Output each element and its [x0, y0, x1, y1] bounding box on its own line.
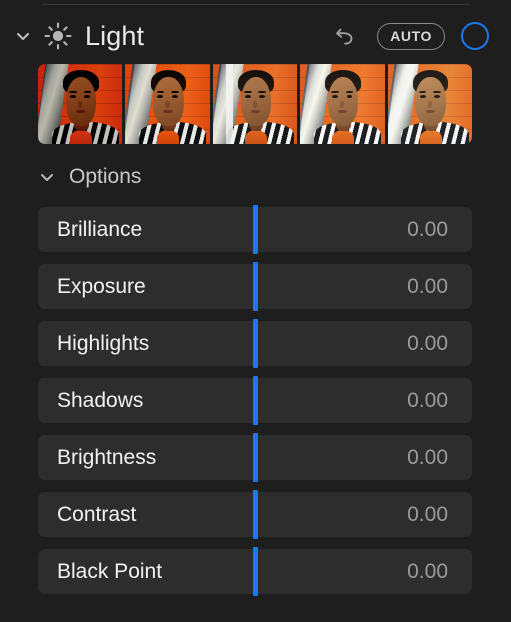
slider-handle[interactable]: [252, 490, 258, 539]
slider-value: 0.00: [407, 331, 448, 355]
slider-handle[interactable]: [252, 319, 258, 368]
slider-label: Highlights: [57, 331, 150, 355]
thumbnail-image: [125, 64, 210, 144]
slider-handle[interactable]: [252, 205, 258, 254]
filmstrip-thumbnail[interactable]: [300, 64, 385, 144]
filmstrip-thumbnail[interactable]: [125, 64, 210, 144]
revert-arrow-icon[interactable]: [331, 21, 361, 51]
auto-button[interactable]: AUTO: [377, 22, 445, 50]
slider-value: 0.00: [407, 445, 448, 469]
slider-row[interactable]: Contrast 0.00: [38, 490, 472, 539]
slider-row[interactable]: Brilliance 0.00: [38, 205, 472, 254]
slider-label: Brightness: [57, 445, 157, 469]
slider-label: Exposure: [57, 274, 146, 298]
slider-row[interactable]: Shadows 0.00: [38, 376, 472, 425]
slider-label: Contrast: [57, 502, 137, 526]
options-label: Options: [69, 165, 142, 188]
slider-row[interactable]: Brightness 0.00: [38, 433, 472, 482]
thumbnail-image: [300, 64, 385, 144]
slider-label: Shadows: [57, 388, 144, 412]
page-title: Light: [85, 20, 145, 51]
filmstrip-thumbnail[interactable]: [387, 64, 472, 144]
slider-row[interactable]: Highlights 0.00: [38, 319, 472, 368]
sun-icon: [40, 18, 76, 54]
slider-handle[interactable]: [252, 547, 258, 596]
thumbnail-image: [38, 64, 123, 144]
chevron-down-icon[interactable]: [32, 162, 62, 192]
chevron-down-icon[interactable]: [6, 19, 40, 53]
panel-header: Light AUTO: [0, 10, 511, 62]
options-header[interactable]: Options: [0, 158, 511, 196]
slider-value: 0.00: [407, 274, 448, 298]
thumbnail-image: [212, 64, 298, 144]
preview-filmstrip[interactable]: [38, 64, 472, 144]
slider-handle[interactable]: [252, 433, 258, 482]
slider-handle[interactable]: [252, 262, 258, 311]
slider-row[interactable]: Exposure 0.00: [38, 262, 472, 311]
panel-top-divider: [42, 4, 470, 5]
slider-value: 0.00: [407, 502, 448, 526]
slider-value: 0.00: [407, 559, 448, 583]
filmstrip-thumbnail[interactable]: [212, 64, 298, 144]
slider-list: Brilliance 0.00 Exposure 0.00 Highlights 0.00…: [38, 205, 472, 606]
filmstrip-thumbnail[interactable]: [38, 64, 123, 144]
slider-handle[interactable]: [252, 376, 258, 425]
slider-value: 0.00: [407, 217, 448, 241]
slider-label: Black Point: [57, 559, 163, 583]
slider-row[interactable]: Black Point 0.00: [38, 547, 472, 596]
auto-button-label: AUTO: [390, 28, 432, 44]
thumbnail-image: [387, 64, 472, 144]
slider-label: Brilliance: [57, 217, 143, 241]
slider-value: 0.00: [407, 388, 448, 412]
header-controls: AUTO: [331, 21, 489, 51]
circle-toggle-icon[interactable]: [461, 22, 489, 50]
light-adjustment-panel: Light AUTO Options Brilliance 0.00 Exposur: [0, 0, 511, 622]
